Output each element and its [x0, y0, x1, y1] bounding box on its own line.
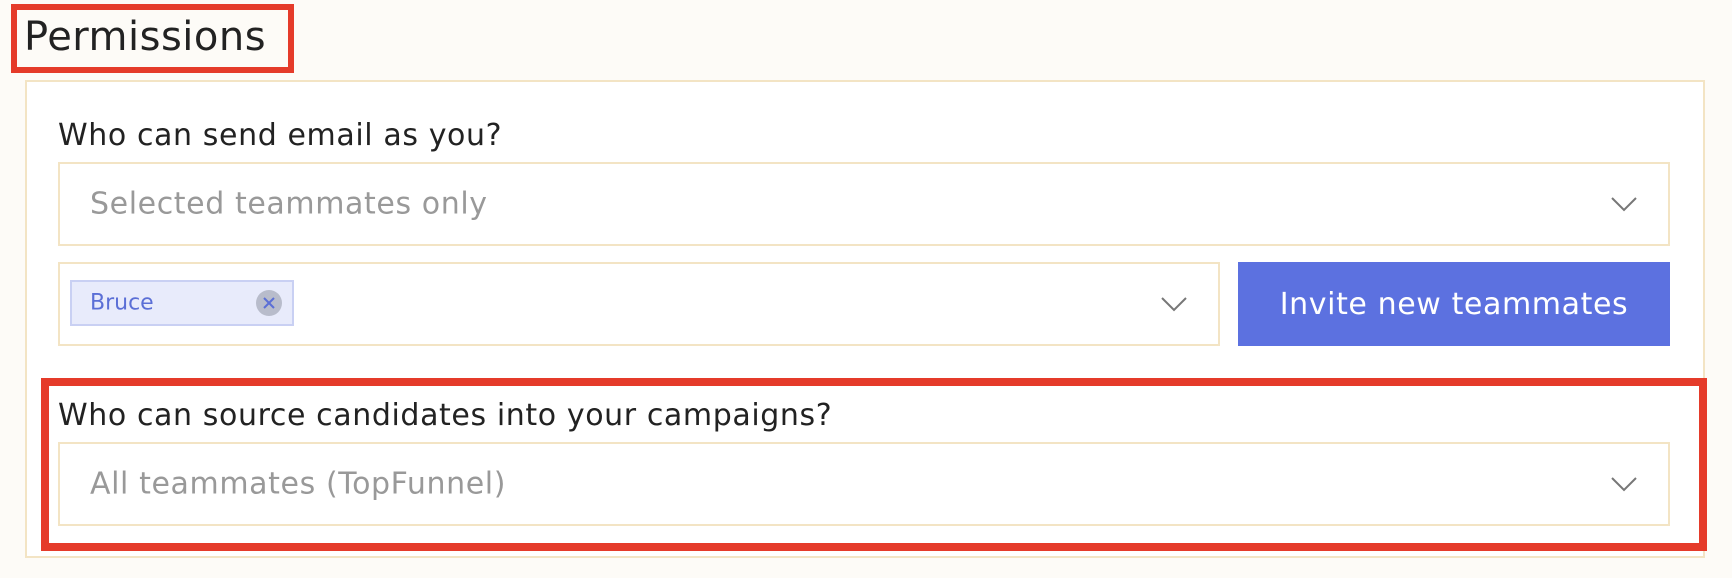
title-highlight-box [11, 4, 294, 73]
send-email-select[interactable]: Selected teammates only [58, 162, 1670, 246]
invite-teammates-button[interactable]: Invite new teammates [1238, 262, 1670, 346]
chevron-down-icon [1611, 197, 1637, 212]
source-candidates-highlight-box [41, 378, 1707, 551]
teammate-chip-label: Bruce [90, 290, 154, 316]
permissions-page: Permissions Who can send email as you? S… [0, 0, 1732, 578]
send-email-label: Who can send email as you? [58, 118, 503, 153]
close-icon[interactable] [256, 290, 282, 316]
send-email-select-value: Selected teammates only [90, 186, 488, 222]
chevron-down-icon [1161, 297, 1187, 312]
teammates-select[interactable]: Bruce [58, 262, 1220, 346]
teammate-chip: Bruce [70, 280, 294, 326]
